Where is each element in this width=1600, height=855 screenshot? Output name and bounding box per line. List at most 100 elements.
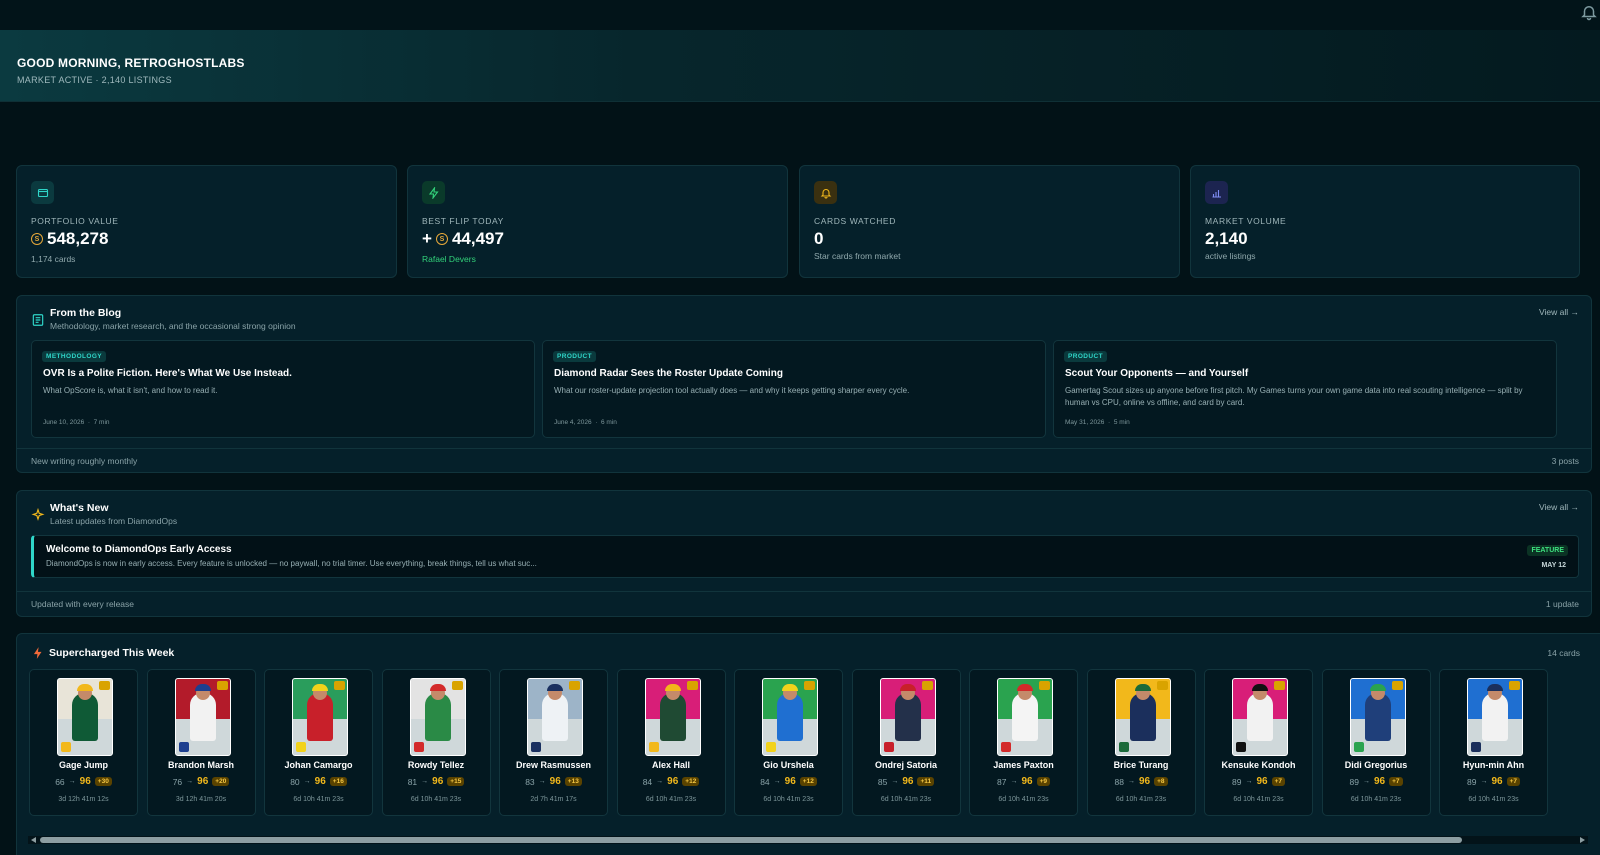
arrow-icon: → xyxy=(656,778,664,785)
player-card[interactable]: Didi Gregorius 89 → 96 +7 6d 10h 41m 23s xyxy=(1321,669,1431,816)
player-card[interactable]: James Paxton 87 → 96 +9 6d 10h 41m 23s xyxy=(969,669,1078,816)
player-card[interactable]: Kensuke Kondoh 89 → 96 +7 6d 10h 41m 23s xyxy=(1204,669,1313,816)
player-card[interactable]: Ondrej Satoria 85 → 96 +11 6d 10h 41m 23s xyxy=(851,669,961,816)
stat-card-market-volume[interactable]: MARKET VOLUME 2,140 active listings xyxy=(1190,165,1580,278)
player-card[interactable]: Hyun-min Ahn 89 → 96 +7 6d 10h 41m 23s xyxy=(1439,669,1548,816)
player-name: Drew Rasmussen xyxy=(515,760,592,770)
player-card-image xyxy=(1467,678,1523,756)
rating-from: 89 xyxy=(1349,776,1359,787)
update-item[interactable]: Welcome to DiamondOps Early Access Diamo… xyxy=(31,535,1579,578)
blog-footer-note: New writing roughly monthly xyxy=(31,456,138,466)
rating-from: 84 xyxy=(642,776,653,787)
greeting-title: GOOD MORNING, RETROGHOSTLABS xyxy=(17,56,245,70)
countdown-timer: 6d 10h 41m 23s xyxy=(645,796,697,803)
player-card[interactable]: Johan Camargo 80 → 96 +16 6d 10h 41m 23s xyxy=(264,669,373,816)
rating-to: 96 xyxy=(1256,776,1268,787)
team-logo-icon xyxy=(1001,742,1011,752)
coin-icon: S xyxy=(31,233,43,245)
post-title: Diamond Radar Sees the Roster Update Com… xyxy=(554,368,783,379)
rating-change: 84 → 96 +12 xyxy=(735,776,842,787)
player-name: Brice Turang xyxy=(1113,760,1169,770)
stat-label: BEST FLIP TODAY xyxy=(422,216,504,226)
post-tag: PRODUCT xyxy=(1064,351,1107,362)
rating-change: 80 → 96 +16 xyxy=(265,776,372,787)
player-jersey xyxy=(307,693,333,741)
stat-card-portfolio[interactable]: PORTFOLIO VALUE S 548,278 1,174 cards xyxy=(16,165,397,278)
blog-post-card[interactable]: METHODOLOGY OVR Is a Polite Fiction. Her… xyxy=(31,340,535,438)
player-cap xyxy=(899,684,916,691)
stat-card-cards-watched[interactable]: CARDS WATCHED 0 Star cards from market xyxy=(799,165,1180,278)
player-jersey xyxy=(542,693,568,741)
player-card-image xyxy=(527,678,583,756)
player-name: Kensuke Kondoh xyxy=(1221,760,1296,770)
rating-delta-badge: +16 xyxy=(329,777,347,786)
bolt-icon xyxy=(33,647,42,659)
post-meta: June 10, 2026 · 7 min xyxy=(43,419,110,426)
player-card[interactable]: Brandon Marsh 76 → 96 +20 3d 12h 41m 20s xyxy=(146,669,256,816)
player-jersey xyxy=(1247,693,1273,741)
stat-sub[interactable]: Rafael Devers xyxy=(422,254,476,264)
stat-card-best-flip[interactable]: BEST FLIP TODAY + S 44,497 Rafael Devers xyxy=(407,165,788,278)
player-card[interactable]: Drew Rasmussen 83 → 96 +13 2d 7h 41m 17s xyxy=(499,669,608,816)
player-card[interactable]: Gage Jump 66 → 96 +30 3d 12h 41m 12s xyxy=(29,669,138,816)
scrollbar-thumb[interactable] xyxy=(40,837,1462,843)
whats-new-footer-note: Updated with every release xyxy=(31,599,135,609)
whats-new-section: What's New Latest updates from DiamondOp… xyxy=(16,490,1592,617)
rating-to: 96 xyxy=(784,776,796,787)
player-jersey xyxy=(1129,693,1156,741)
blog-view-all-link[interactable]: View all → xyxy=(1539,307,1579,317)
blog-post-card[interactable]: PRODUCT Scout Your Opponents — and Yours… xyxy=(1053,340,1557,438)
stat-label: MARKET VOLUME xyxy=(1205,216,1287,226)
player-card-image xyxy=(1232,678,1288,756)
rating-from: 76 xyxy=(172,776,183,787)
player-card[interactable]: Rowdy Tellez 81 → 96 +15 6d 10h 41m 23s xyxy=(381,669,491,816)
rating-to: 96 xyxy=(667,776,679,787)
arrow-icon: → xyxy=(773,778,781,785)
rating-delta-badge: +7 xyxy=(1271,777,1285,786)
horizontal-scrollbar[interactable] xyxy=(28,836,1588,844)
team-logo-icon xyxy=(531,742,541,752)
countdown-timer: 6d 10h 41m 23s xyxy=(1468,796,1519,803)
blog-post-card[interactable]: PRODUCT Diamond Radar Sees the Roster Up… xyxy=(542,340,1046,438)
ovr-badge-icon xyxy=(1391,681,1403,690)
player-card[interactable]: Brice Turang 88 → 96 +8 6d 10h 41m 23s xyxy=(1086,669,1196,816)
scroll-right-arrow-icon[interactable] xyxy=(1580,837,1585,843)
player-card-carousel[interactable]: Gage Jump 66 → 96 +30 3d 12h 41m 12s Brandon M… xyxy=(29,669,1600,818)
rating-change: 83 → 96 +13 xyxy=(500,776,607,787)
scroll-left-arrow-icon[interactable] xyxy=(31,837,36,843)
player-card[interactable]: Gio Urshela 84 → 96 +12 6d 10h 41m 23s xyxy=(734,669,843,816)
whats-new-view-all-link[interactable]: View all → xyxy=(1539,502,1579,512)
countdown-timer: 3d 12h 41m 12s xyxy=(58,796,109,803)
rating-delta-badge: +30 xyxy=(94,777,112,786)
bell-icon[interactable] xyxy=(1580,2,1598,22)
rating-change: 88 → 96 +8 xyxy=(1088,776,1195,787)
supercharged-section: Supercharged This Week 14 cards Gage Jum… xyxy=(16,633,1600,855)
rating-to: 96 xyxy=(549,776,561,787)
player-card-image xyxy=(762,678,818,756)
countdown-timer: 2d 7h 41m 17s xyxy=(530,796,577,803)
player-cap xyxy=(1252,684,1268,691)
stat-value: S 548,278 xyxy=(31,229,108,249)
stat-label: PORTFOLIO VALUE xyxy=(31,216,119,226)
rating-change: 89 → 96 +7 xyxy=(1440,776,1547,787)
arrow-icon: → xyxy=(1010,778,1018,785)
player-name: Ondrej Satoria xyxy=(874,760,937,770)
arrow-icon: → xyxy=(1480,778,1488,785)
arrow-icon: → xyxy=(1127,778,1135,785)
player-card[interactable]: Alex Hall 84 → 96 +12 6d 10h 41m 23s xyxy=(616,669,726,816)
player-cap xyxy=(429,684,446,691)
market-status: MARKET ACTIVE · 2,140 LISTINGS xyxy=(17,75,172,85)
rating-change: 89 → 96 +7 xyxy=(1205,776,1312,787)
rating-to: 96 xyxy=(1138,776,1151,787)
post-meta: May 31, 2026 · 5 min xyxy=(1065,419,1130,426)
rating-from: 80 xyxy=(290,776,300,787)
player-cap xyxy=(1487,684,1503,691)
rating-from: 84 xyxy=(760,776,770,787)
rating-change: 84 → 96 +12 xyxy=(618,776,725,787)
post-title: Scout Your Opponents — and Yourself xyxy=(1065,368,1249,379)
rating-change: 87 → 96 +9 xyxy=(970,776,1077,787)
post-description: Gamertag Scout sizes up anyone before fi… xyxy=(1065,386,1523,407)
section-divider xyxy=(17,591,1591,592)
rating-to: 96 xyxy=(314,776,326,787)
post-title: OVR Is a Polite Fiction. Here's What We … xyxy=(43,368,292,379)
